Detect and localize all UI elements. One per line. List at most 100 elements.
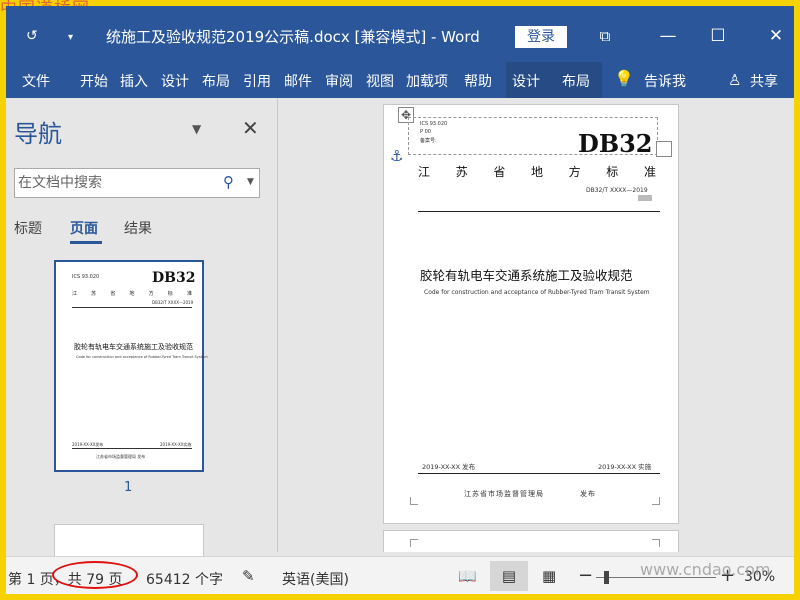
status-bar: 第 1 页，共 79 页 65412 个字 ✎ 英语(美国) 📖 ▤ ▦ − +…	[6, 556, 794, 594]
footer-rule	[418, 473, 660, 474]
crop-mark	[652, 539, 660, 547]
thumb-province-char: 苏	[91, 291, 97, 297]
share-button[interactable]: 共享	[750, 71, 778, 91]
highlight-annotation	[52, 561, 138, 589]
province-label: 江 苏 省 地 方 标 准	[418, 163, 656, 180]
province-char: 苏	[455, 165, 468, 179]
thumb-province-char: 省	[110, 291, 116, 297]
proofing-icon[interactable]: ✎	[242, 567, 255, 585]
tab-table-layout[interactable]: 布局	[562, 71, 590, 91]
thumb-bottom-rule	[72, 448, 192, 449]
thumb-province-char: 准	[186, 291, 192, 297]
tab-design[interactable]: 设计	[161, 71, 189, 91]
zoom-level[interactable]: 30%	[744, 569, 775, 585]
standard-code: DB32	[578, 129, 653, 158]
thumb-province-char: 江	[72, 291, 78, 297]
ics-code: ICS 93.020	[420, 121, 448, 127]
thumb-doc-number: DB32/T XXXX—2019	[152, 300, 194, 305]
page-thumbnail[interactable]: ICS 93.020 DB32 江 苏 省 地 方 标 准 DB32/T XXX…	[54, 260, 208, 472]
crop-mark	[652, 497, 660, 505]
province-char: 省	[493, 165, 506, 179]
read-mode-icon[interactable]: 📖	[458, 567, 477, 585]
search-icon[interactable]: ⚲	[223, 173, 234, 191]
classification-code: P 00	[420, 129, 431, 135]
nav-close-icon[interactable]: ✕	[242, 116, 259, 140]
issuer: 江苏省市场监督管理局	[464, 490, 544, 498]
thumb-province: 江 苏 省 地 方 标 准	[72, 290, 192, 297]
standard-title-en: Code for construction and acceptance of …	[424, 289, 650, 296]
field-shading	[638, 195, 652, 201]
nav-tab-results[interactable]: 结果	[124, 218, 152, 238]
lightbulb-icon[interactable]: 💡	[614, 69, 634, 88]
province-char: 标	[606, 165, 619, 179]
standard-title-cn: 胶轮有轨电车交通系统施工及验收规范	[420, 268, 633, 283]
tab-file[interactable]: 文件	[22, 71, 50, 91]
thumb-province-char: 方	[148, 291, 154, 297]
nav-tab-headings[interactable]: 标题	[14, 218, 42, 238]
thumb-code: DB32	[152, 270, 196, 286]
tab-addins[interactable]: 加载项	[406, 71, 448, 91]
document-page[interactable]	[383, 530, 679, 552]
issuer-suffix: 发布	[580, 490, 596, 498]
active-tab-indicator	[70, 241, 102, 244]
quick-access-dropdown-icon[interactable]: ▾	[68, 32, 73, 43]
record-number: 备案号:	[420, 138, 437, 144]
province-char: 江	[418, 165, 431, 179]
search-options-chevron-icon[interactable]: ▼	[247, 177, 254, 187]
navigation-pane: 导航 ▼ ✕ ⚲ ▼ 标题 页面 结果 ICS 93.020 DB32 江 苏 …	[6, 98, 278, 564]
nav-pane-title: 导航	[14, 120, 62, 148]
thumb-issuer: 江苏省市场监督管理局 发布	[96, 454, 146, 459]
tab-insert[interactable]: 插入	[120, 71, 148, 91]
province-char: 准	[643, 165, 656, 179]
header-rule	[418, 211, 660, 212]
thumb-province-char: 地	[129, 291, 135, 297]
tab-layout[interactable]: 布局	[202, 71, 230, 91]
issue-date: 2019-XX-XX 发布	[422, 463, 476, 471]
ribbon-tabs: 文件 开始 插入 设计 布局 引用 邮件 审阅 视图 加载项 帮助 设计 布局 …	[6, 62, 794, 98]
tell-me-search[interactable]: 告诉我	[644, 71, 686, 91]
nav-tab-pages[interactable]: 页面	[70, 218, 98, 238]
nav-options-chevron-icon[interactable]: ▼	[192, 122, 201, 136]
print-layout-icon[interactable]: ▤	[490, 561, 528, 591]
province-char: 方	[568, 165, 581, 179]
zoom-out-icon[interactable]: −	[578, 565, 593, 586]
maximize-button[interactable]: ☐	[706, 24, 730, 48]
tab-references[interactable]: 引用	[243, 71, 271, 91]
tab-table-design[interactable]: 设计	[512, 71, 540, 91]
login-button[interactable]: 登录	[515, 26, 567, 48]
crop-mark	[410, 497, 418, 505]
zoom-slider-thumb[interactable]	[604, 571, 609, 584]
document-canvas[interactable]: ✥ ICS 93.020 P 00 备案号: DB32 ⚓ 江 苏 省 地 方 …	[279, 98, 794, 552]
language-indicator[interactable]: 英语(美国)	[282, 569, 349, 589]
close-button[interactable]: ✕	[764, 24, 788, 48]
thumb-header-small: ICS 93.020	[72, 274, 100, 280]
search-box: ⚲ ▼	[14, 168, 260, 198]
zoom-slider[interactable]	[596, 577, 716, 578]
thumb-title-cn: 胶轮有轨电车交通系统施工及验收规范	[74, 343, 193, 351]
tab-review[interactable]: 审阅	[325, 71, 353, 91]
web-layout-icon[interactable]: ▦	[542, 567, 556, 585]
anchor-icon: ⚓	[390, 147, 404, 165]
search-input[interactable]	[18, 173, 218, 193]
tab-mailings[interactable]: 邮件	[284, 71, 312, 91]
ribbon-display-icon[interactable]: ⧉	[593, 24, 617, 48]
doc-number: DB32/T XXXX—2019	[586, 187, 648, 194]
thumb-province-char: 标	[167, 291, 173, 297]
crop-mark	[410, 539, 418, 547]
autosave-icon[interactable]: ↺	[26, 28, 38, 44]
thumbnail-page-number: 1	[124, 480, 133, 495]
title-bar: ↺ ▾ 统施工及验收规范2019公示稿.docx [兼容模式] - Word 登…	[6, 6, 794, 62]
document-page[interactable]: ✥ ICS 93.020 P 00 备案号: DB32 ⚓ 江 苏 省 地 方 …	[383, 104, 679, 524]
minimize-button[interactable]: —	[656, 24, 680, 48]
resize-handle[interactable]	[656, 141, 672, 157]
tab-view[interactable]: 视图	[366, 71, 394, 91]
thumb-rule	[72, 307, 192, 308]
person-icon[interactable]: ♙	[728, 71, 741, 89]
thumb-title-en: Code for construction and acceptance of …	[76, 355, 208, 359]
word-count[interactable]: 65412 个字	[146, 569, 223, 589]
window-title: 统施工及验收规范2019公示稿.docx [兼容模式] - Word	[106, 28, 480, 46]
word-window: ↺ ▾ 统施工及验收规范2019公示稿.docx [兼容模式] - Word 登…	[6, 6, 794, 594]
zoom-in-icon[interactable]: +	[720, 565, 735, 586]
tab-help[interactable]: 帮助	[464, 71, 492, 91]
tab-home[interactable]: 开始	[80, 71, 108, 91]
